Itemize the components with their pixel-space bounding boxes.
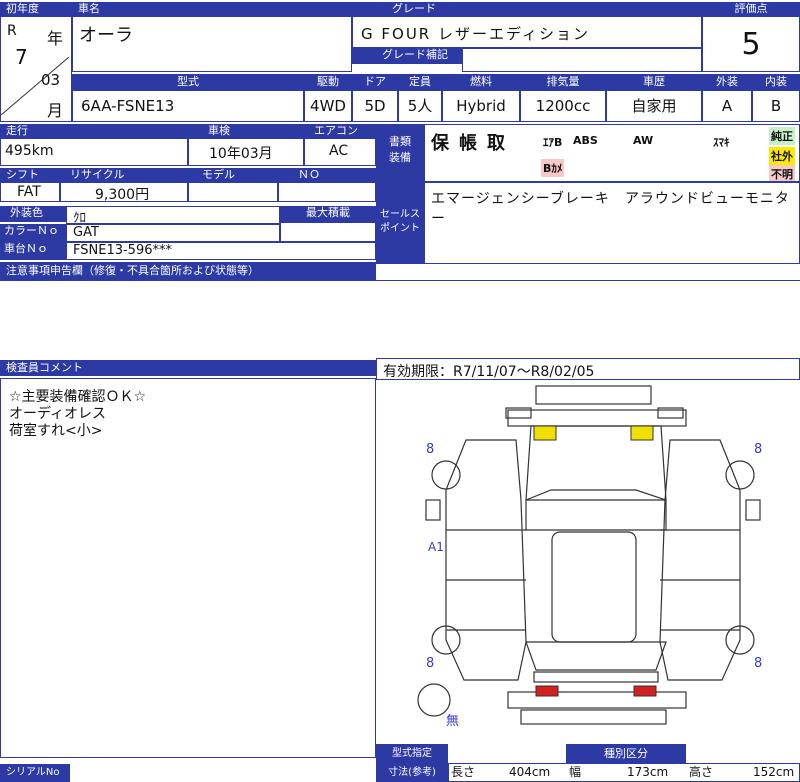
grade-confirm-label: グレード補記 [352,48,462,64]
category-label: 種別区分 [566,744,686,763]
mileage-label: 走行 [0,124,188,138]
length-value: 404cm [509,765,551,779]
exterior-color-label: 外装色 [0,206,66,222]
height-label: 高さ [689,765,714,779]
number-label: ＮＯ [278,168,376,182]
max-load-value [280,222,376,242]
size-reference-label: 寸法(参考) [376,763,448,782]
ac-label: エアコン [304,124,376,138]
color-no-label: カラーＮｏ [0,224,66,242]
score-label: 評価点 [702,2,800,16]
grade-value: G FOUR レザーエディション [352,16,702,48]
car-name-label: 車名 [72,2,352,16]
aftermarket-badge: 社外 [769,147,795,165]
car-outline [417,385,761,725]
unknown-badge: 不明 [769,165,795,181]
displacement-value: 1200cc [520,90,606,122]
chassis-value: FSNE13-596*** [66,242,376,260]
mileage-value: 495km [0,138,188,166]
max-load-label: 最大積載 [280,206,376,222]
capacity-value: 5人 [398,90,442,122]
damage-mark-front-left: 8 [426,442,435,457]
airbag-badge: ｴｱB [543,136,563,149]
first-registration-cell: R 年 7 03 月 [0,16,72,122]
inspection-label: 車検 [188,124,304,138]
damage-mark-side: A1 [428,540,444,554]
model-value [188,182,278,202]
notes-label: 注意事項申告欄（修復・不具合箇所および状態等） [0,262,376,280]
capacity-label: 定員 [398,74,442,90]
type-designation-label: 型式指定 [376,744,448,763]
drive-label: 駆動 [304,74,352,90]
model-code-label: 型式 [72,74,304,90]
grade-confirm-value [462,48,702,72]
genuine-badge: 純正 [769,127,795,145]
displacement-label: 排気量 [520,74,606,90]
grade-label: グレード [352,2,702,16]
doors-label: ドア [352,74,398,90]
drive-value: 4WD [304,90,352,122]
width-value: 173cm [627,765,669,779]
inspection-value: 10年03月 [188,138,304,166]
inspector-comment-area: ☆主要装備確認ＯＫ☆ オーディオレス 荷室すれ<小> [0,378,376,758]
inspector-comment-label: 検査員コメント [0,360,376,376]
smart-key-badge: ｽﾏｷ [713,136,730,149]
recycle-value: 9,300円 [60,182,188,202]
car-name-value: オーラ [72,16,352,72]
recycle-label: リサイクル [60,168,188,182]
doors-value: 5D [352,90,398,122]
car-damage-diagram: 8 8 8 8 A1 無 [376,380,800,746]
shift-label: シフト [0,168,60,182]
equipment-ho: 保 [431,133,455,154]
exterior-color-value: ｸﾛ [66,206,280,224]
back-camera-badge: Bｶﾒ [541,159,565,177]
chassis-label: 車台Ｎｏ [0,242,66,260]
number-value [278,182,376,202]
size-row: 長さ 404cm 幅 173cm 高さ 152cm [448,763,800,782]
validity-period: 有効期限：R7/11/07〜R8/02/05 [376,358,800,380]
interior-grade-label: 内装 [752,74,800,90]
damage-mark-rear-left: 8 [426,656,435,671]
spare-tire-mark: 無 [446,714,460,729]
sales-point-label: セールス ポイント [376,182,424,264]
model-label: モデル [188,168,278,182]
year-unit: 年 [47,29,64,48]
interior-grade-value: B [752,90,800,122]
aw-badge: AW [633,134,654,147]
equipment-tori: 取 [487,133,505,154]
exterior-grade-label: 外装 [702,74,752,90]
damage-mark-rear-right: 8 [754,656,763,671]
abs-badge: ABS [573,134,598,147]
ac-value: AC [304,138,376,166]
fuel-value: Hybrid [442,90,520,122]
month-value: 03 [41,71,61,89]
docs-equipment-label: 書類 装備 [376,124,424,182]
width-label: 幅 [569,765,582,779]
comment-line: オーディオレス [9,406,107,422]
height-value: 152cm [753,765,795,779]
damage-mark-front-right: 8 [754,442,763,457]
model-code-value: 6AA-FSNE13 [72,90,304,122]
first-registration-label: 初年度 [0,2,72,16]
fuel-label: 燃料 [442,74,520,90]
comment-line: 荷室すれ<小> [9,423,103,439]
month-unit: 月 [47,101,64,120]
usage-label: 車歴 [606,74,702,90]
exterior-grade-value: A [702,90,752,122]
comment-line: ☆主要装備確認ＯＫ☆ [9,389,147,405]
shift-value: FAT [0,182,60,202]
usage-value: 自家用 [606,90,702,122]
color-no-value: GAT [66,224,280,242]
score-value: 5 [702,16,800,72]
notes-area [0,280,800,358]
era: R [7,23,17,39]
length-label: 長さ [451,765,476,779]
serial-no-label: シリアルNo [0,764,70,782]
sales-point-value: エマージェンシーブレーキ アラウンドビューモニター [424,182,800,264]
equipment-panel: 保 帳 取 ｴｱB ABS AW ｽﾏｷ 純正 社外 不明 Bｶﾒ [424,124,800,182]
equipment-cho: 帳 [459,133,477,154]
